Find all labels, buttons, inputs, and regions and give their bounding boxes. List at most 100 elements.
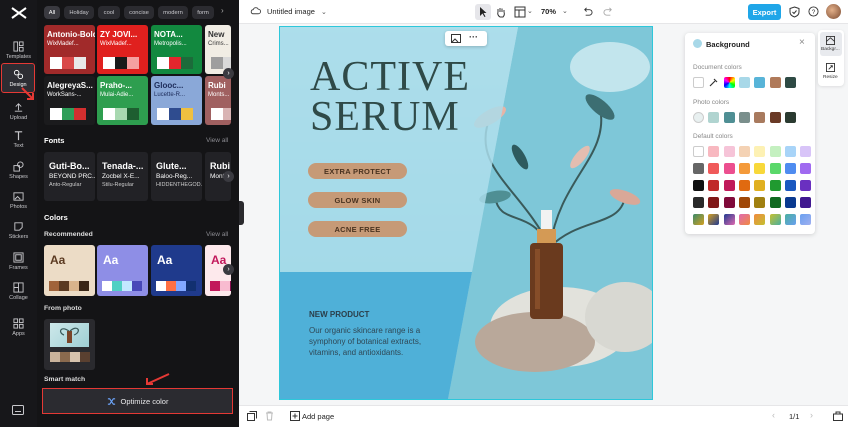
export-button[interactable]: Export: [748, 4, 781, 20]
rail-photos[interactable]: Photos: [0, 186, 37, 214]
default-color-swatch[interactable]: [693, 197, 704, 208]
default-color-swatch[interactable]: [800, 163, 812, 174]
template-tile[interactable]: AlegreyaS... WorkSans-...: [44, 76, 95, 125]
add-page-button[interactable]: Add page: [302, 412, 334, 421]
template-tile[interactable]: Glooc... Lucette-R...: [151, 76, 202, 125]
default-color-swatch[interactable]: [800, 146, 812, 157]
default-color-swatch[interactable]: [784, 146, 796, 157]
next-page-icon[interactable]: ›: [810, 410, 813, 420]
pages-icon[interactable]: [247, 411, 257, 421]
new-product-heading[interactable]: NEW PRODUCT: [309, 310, 369, 319]
hand-tool-icon[interactable]: [495, 6, 507, 18]
photo-color-swatch[interactable]: [784, 112, 796, 123]
template-tile[interactable]: NOTA... Metropolis...: [151, 25, 202, 74]
template-tile[interactable]: ZY JOVI... WixMadef...: [97, 25, 148, 74]
capcut-logo-icon[interactable]: [11, 6, 27, 20]
gradient-color-swatch[interactable]: [723, 214, 735, 225]
layers-icon[interactable]: [833, 411, 843, 421]
photo-color-swatch[interactable]: [738, 112, 750, 123]
default-color-swatch[interactable]: [784, 163, 796, 174]
redo-icon[interactable]: [603, 6, 614, 17]
document-color-swatch[interactable]: [784, 77, 796, 88]
colors-view-all-link[interactable]: View all: [206, 231, 228, 238]
rainbow-color-icon[interactable]: [723, 77, 735, 88]
default-color-swatch[interactable]: [754, 180, 766, 191]
color-palette-tile[interactable]: Aa: [151, 245, 202, 296]
gradient-color-swatch[interactable]: [800, 214, 812, 225]
photo-color-swatch[interactable]: [754, 112, 766, 123]
default-color-swatch[interactable]: [738, 146, 750, 157]
chip-cool[interactable]: cool: [98, 6, 120, 19]
default-color-swatch[interactable]: [769, 180, 781, 191]
replace-image-icon[interactable]: [451, 34, 461, 43]
default-color-swatch[interactable]: [723, 197, 735, 208]
gradient-color-swatch[interactable]: [738, 214, 750, 225]
gradient-color-swatch[interactable]: [769, 214, 781, 225]
default-color-swatch[interactable]: [708, 180, 720, 191]
default-color-swatch[interactable]: [754, 146, 766, 157]
undo-icon[interactable]: [582, 6, 593, 17]
title-chevron-down-icon[interactable]: ⌄: [321, 8, 327, 16]
template-tile[interactable]: Antonio-Bold WixMadef...: [44, 25, 95, 74]
avatar[interactable]: [826, 4, 841, 19]
help-icon[interactable]: ?: [808, 6, 819, 17]
gradient-color-swatch[interactable]: [693, 214, 704, 225]
layout-chevron-down-icon[interactable]: ⌄: [527, 7, 533, 15]
rail-collage[interactable]: Collage: [0, 277, 37, 305]
rail-apps[interactable]: Apps: [0, 313, 37, 341]
product-description[interactable]: Our organic skincare range is a symphony…: [309, 325, 421, 358]
colors-next-icon[interactable]: ›: [223, 264, 234, 275]
chip-modern[interactable]: modern: [158, 6, 188, 19]
chip-all[interactable]: All: [44, 6, 60, 19]
default-color-swatch[interactable]: [800, 180, 812, 191]
chip-holiday[interactable]: Holiday: [64, 6, 94, 19]
default-color-swatch[interactable]: [769, 163, 781, 174]
font-tile[interactable]: Guti-Bo... BEYOND PRC... Anto-Regular: [44, 152, 95, 201]
document-color-swatch[interactable]: [754, 77, 766, 88]
template-tile[interactable]: Rubi Monts...: [205, 76, 231, 125]
from-photo-tile[interactable]: [44, 319, 95, 370]
default-color-swatch[interactable]: [693, 146, 704, 157]
color-palette-tile[interactable]: Aa: [44, 245, 95, 296]
close-icon[interactable]: ×: [799, 37, 805, 48]
chip-formal[interactable]: form: [192, 6, 214, 19]
fonts-view-all-link[interactable]: View all: [206, 137, 228, 144]
default-color-swatch[interactable]: [723, 146, 735, 157]
default-color-swatch[interactable]: [723, 180, 735, 191]
gradient-color-swatch[interactable]: [708, 214, 720, 225]
rail-stickers[interactable]: Stickers: [0, 216, 37, 244]
pill-acne-free[interactable]: ACNE FREE: [308, 221, 407, 237]
default-color-swatch[interactable]: [754, 197, 766, 208]
color-palette-tile[interactable]: Aa: [97, 245, 148, 296]
rail-frames[interactable]: Frames: [0, 247, 37, 275]
gradient-color-swatch[interactable]: [784, 214, 796, 225]
design-canvas[interactable]: ACTIVE SERUM EXTRA PROTECT GLOW SKIN ACN…: [279, 26, 653, 400]
swatch-white[interactable]: [693, 77, 704, 88]
font-tile[interactable]: Tenada-... Zocbel X-E... Stilu-Regular: [97, 152, 148, 201]
background-tab[interactable]: Backgr...: [820, 32, 842, 56]
chevron-right-icon[interactable]: ›: [221, 6, 233, 19]
photo-color-swatch[interactable]: [769, 112, 781, 123]
template-tile[interactable]: Praho-... Mulai-Adie...: [97, 76, 148, 125]
default-color-swatch[interactable]: [708, 146, 720, 157]
shield-icon[interactable]: [789, 6, 800, 18]
panel-collapse-handle[interactable]: [239, 201, 244, 225]
photo-color-swatch[interactable]: [723, 112, 735, 123]
chip-concise[interactable]: concise: [124, 6, 154, 19]
pill-glow-skin[interactable]: GLOW SKIN: [308, 192, 407, 208]
photo-color-swatch[interactable]: [708, 112, 720, 123]
trash-icon[interactable]: [265, 411, 274, 421]
optimize-color-button[interactable]: Optimize color: [42, 388, 233, 414]
keyboard-icon[interactable]: [12, 405, 24, 415]
fonts-next-icon[interactable]: ›: [223, 171, 234, 182]
templates-next-icon[interactable]: ›: [223, 68, 234, 79]
default-color-swatch[interactable]: [693, 163, 704, 174]
more-options-icon[interactable]: ···: [469, 32, 478, 42]
document-color-swatch[interactable]: [738, 77, 750, 88]
default-color-swatch[interactable]: [784, 197, 796, 208]
zoom-chevron-down-icon[interactable]: ⌄: [562, 7, 568, 15]
font-tile[interactable]: Glute... Baloo-Reg... HIDDENTHEGOD...: [151, 152, 202, 201]
default-color-swatch[interactable]: [738, 180, 750, 191]
select-tool-button[interactable]: [475, 4, 491, 20]
color-picker-icon[interactable]: [708, 77, 719, 88]
